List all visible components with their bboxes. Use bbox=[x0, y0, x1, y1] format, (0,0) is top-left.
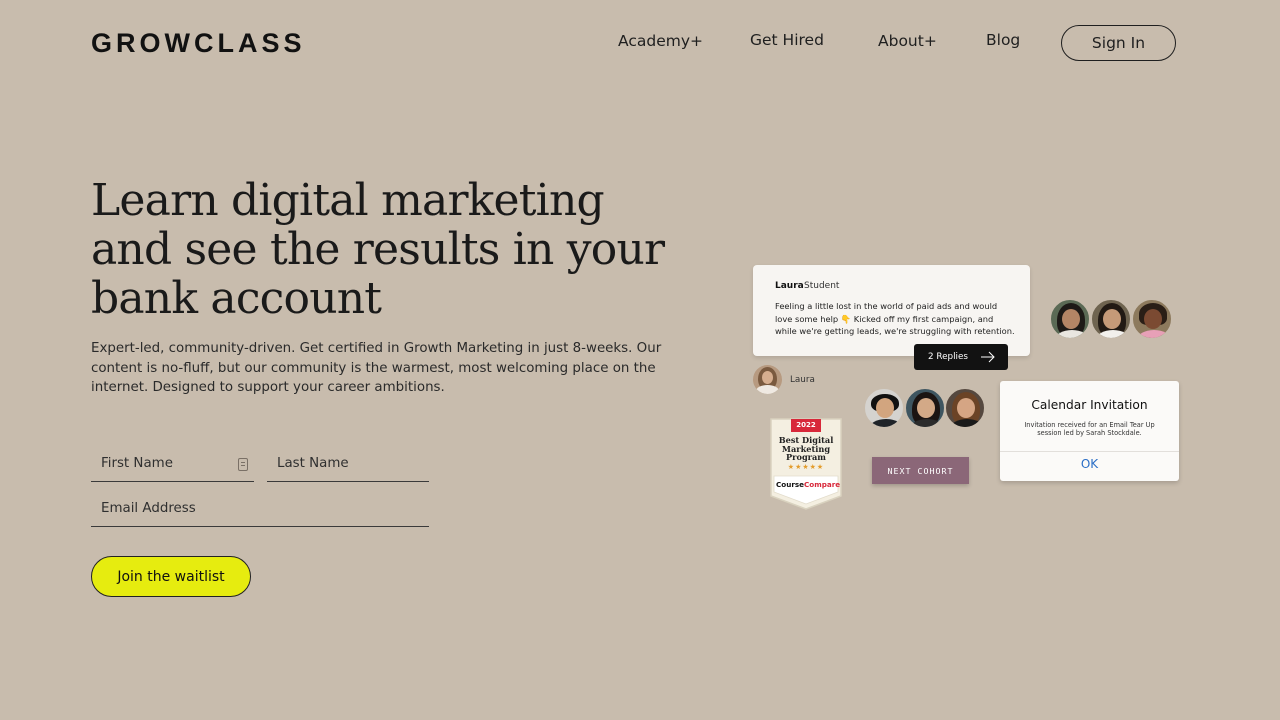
nav-about[interactable]: About+ bbox=[878, 32, 937, 50]
calendar-title: Calendar Invitation bbox=[1031, 398, 1148, 412]
calendar-ok-button[interactable]: OK bbox=[1000, 457, 1179, 471]
avatar bbox=[904, 387, 946, 429]
arrow-right-icon bbox=[981, 351, 995, 363]
community-post-card: Laura Student Feeling a little lost in t… bbox=[753, 265, 1030, 356]
calendar-invitation-card: Calendar Invitation Invitation received … bbox=[1000, 381, 1179, 481]
hero-headline: Learn digital marketing and see the resu… bbox=[91, 175, 665, 324]
post-author-role: Student bbox=[804, 281, 840, 291]
avatar bbox=[1090, 298, 1132, 340]
sign-in-button[interactable]: Sign In bbox=[1061, 25, 1176, 61]
avatar bbox=[863, 387, 905, 429]
first-name-field[interactable]: First Name bbox=[91, 452, 254, 482]
badge-year: 2022 bbox=[791, 419, 821, 432]
hero-subtext: Expert-led, community-driven. Get certif… bbox=[91, 341, 662, 395]
calendar-body: Invitation received for an Email Tear Up… bbox=[1024, 421, 1155, 438]
avatar bbox=[1049, 298, 1091, 340]
badge-brand: CourseCompare bbox=[776, 480, 840, 489]
divider bbox=[1000, 451, 1179, 452]
replies-button[interactable]: 2 Replies bbox=[914, 344, 1008, 370]
nav-academy[interactable]: Academy+ bbox=[618, 32, 703, 50]
star-rating-icon: ★★★★★ bbox=[787, 463, 825, 471]
next-cohort-button[interactable]: NEXT COHORT bbox=[872, 457, 969, 484]
email-field[interactable]: Email Address bbox=[91, 497, 429, 527]
commenter-avatar bbox=[753, 365, 782, 394]
growclass-logo[interactable]: GROWCLASS bbox=[91, 28, 306, 59]
replies-label: 2 Replies bbox=[928, 352, 968, 362]
nav-get-hired[interactable]: Get Hired bbox=[750, 31, 824, 49]
first-name-placeholder: First Name bbox=[101, 456, 173, 471]
award-badge: 2022 Best Digital Marketing Program ★★★★… bbox=[770, 418, 842, 510]
badge-brand-a: Course bbox=[776, 480, 805, 489]
post-message: Feeling a little lost in the world of pa… bbox=[775, 301, 1015, 336]
commenter-name: Laura bbox=[790, 375, 815, 385]
avatar bbox=[944, 387, 986, 429]
badge-title: Best Digital Marketing Program bbox=[778, 435, 834, 463]
post-author: Laura bbox=[775, 281, 804, 291]
email-placeholder: Email Address bbox=[101, 501, 196, 516]
join-waitlist-button[interactable]: Join the waitlist bbox=[91, 556, 251, 597]
autofill-card-icon[interactable] bbox=[238, 458, 248, 471]
badge-brand-b: Compare bbox=[804, 480, 841, 489]
avatar bbox=[1131, 298, 1173, 340]
last-name-placeholder: Last Name bbox=[277, 456, 349, 471]
last-name-field[interactable]: Last Name bbox=[267, 452, 429, 482]
nav-blog[interactable]: Blog bbox=[986, 31, 1020, 49]
